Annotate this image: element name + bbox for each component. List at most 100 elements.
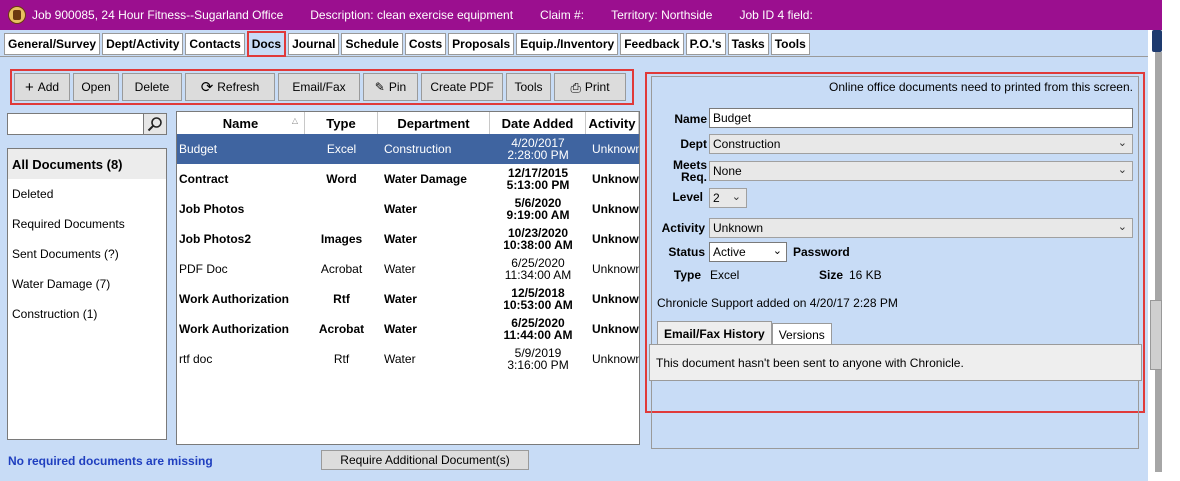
cell-date-added: 12/17/2015 5:13:00 PM [506, 166, 570, 192]
docs-toolbar: + Add Open Delete ⟳ Refresh Email/Fax ✎ … [10, 69, 634, 105]
job-title: Job 900085, 24 Hour Fitness--Sugarland O… [32, 8, 284, 22]
activity-select[interactable]: Unknown ⌄ [709, 218, 1133, 238]
tab-proposals[interactable]: Proposals [448, 33, 515, 55]
job-id-field: Job ID 4 field: [739, 8, 813, 22]
tab-journal[interactable]: Journal [288, 33, 340, 55]
cell-department: Water [384, 292, 417, 306]
tab-pos[interactable]: P.O.'s [685, 33, 726, 55]
table-row[interactable]: Job Photos Water 5/6/2020 9:19:00 AM Unkn… [177, 194, 639, 224]
level-label: Level [672, 190, 703, 204]
add-button[interactable]: + Add [14, 73, 70, 101]
tab-email-fax-history[interactable]: Email/Fax History [657, 321, 772, 346]
header-type[interactable]: Type [305, 112, 378, 134]
create-pdf-button[interactable]: Create PDF [421, 73, 503, 101]
table-row[interactable]: Work Authorization Acrobat Water 6/25/20… [177, 314, 639, 344]
activity-label: Activity [661, 221, 705, 235]
open-button[interactable]: Open [73, 73, 119, 101]
scroll-top-button[interactable] [1152, 30, 1162, 52]
delete-button[interactable]: Delete [122, 73, 182, 101]
tab-docs[interactable]: Docs [246, 31, 287, 57]
job-description: Description: clean exercise equipment [310, 8, 514, 22]
email-fax-button[interactable]: Email/Fax [278, 73, 360, 101]
cell-type: Word [326, 172, 357, 186]
cell-name: Job Photos2 [179, 232, 252, 246]
cell-department: Water [384, 232, 417, 246]
dept-select[interactable]: Construction ⌄ [709, 134, 1133, 154]
plus-icon: + [24, 78, 34, 96]
folder-water-damage[interactable]: Water Damage (7) [8, 269, 166, 299]
status-select[interactable]: Active ⌄ [709, 242, 787, 262]
table-row[interactable]: Job Photos2 Images Water 10/23/2020 10:38… [177, 224, 639, 254]
name-field[interactable]: Budget [709, 108, 1133, 128]
print-button[interactable]: ⎙ Print [554, 73, 626, 101]
tab-general-survey[interactable]: General/Survey [4, 33, 101, 55]
table-row[interactable]: Work Authorization Rtf Water 12/5/2018 10… [177, 284, 639, 314]
cell-activity: Unknown [592, 202, 639, 216]
require-additional-document-button[interactable]: Require Additional Document(s) [321, 450, 529, 470]
app-logo-icon [8, 6, 26, 24]
cell-department: Water [384, 322, 417, 336]
header-department[interactable]: Department [378, 112, 490, 134]
folder-list: All Documents (8) Deleted Required Docum… [7, 148, 167, 440]
cell-date-added: 5/9/2019 3:16:00 PM [507, 346, 569, 372]
tab-tools[interactable]: Tools [770, 33, 810, 55]
title-bar: Job 900085, 24 Hour Fitness--Sugarland O… [0, 0, 1162, 30]
search-icon [147, 117, 162, 132]
table-row[interactable]: Contract Word Water Damage 12/17/2015 5:1… [177, 164, 639, 194]
meets-req-select[interactable]: None ⌄ [709, 161, 1133, 181]
table-row[interactable]: PDF Doc Acrobat Water 6/25/2020 11:34:00 … [177, 254, 639, 284]
tab-dept-activity[interactable]: Dept/Activity [102, 33, 184, 55]
history-tabs: Email/Fax History Versions [657, 321, 832, 346]
territory: Territory: Northside [611, 8, 713, 22]
tab-tasks[interactable]: Tasks [727, 33, 769, 55]
table-header: Name △ Type Department Date Added Activi… [177, 112, 639, 134]
details-frame [651, 76, 1139, 449]
tab-contacts[interactable]: Contacts [185, 33, 245, 55]
tab-feedback[interactable]: Feedback [620, 33, 684, 55]
search-button[interactable] [143, 113, 167, 135]
scrollbar-thumb[interactable] [1150, 300, 1162, 370]
vertical-scrollbar[interactable] [1155, 52, 1162, 472]
tab-schedule[interactable]: Schedule [341, 33, 403, 55]
folder-all-documents[interactable]: All Documents (8) [8, 149, 166, 179]
tab-costs[interactable]: Costs [404, 33, 447, 55]
cell-department: Water [384, 262, 416, 276]
required-docs-status: No required documents are missing [8, 454, 213, 468]
sort-asc-icon: △ [291, 116, 298, 125]
chevron-down-icon: ⌄ [1117, 137, 1127, 149]
chevron-down-icon: ⌄ [1117, 221, 1127, 233]
main-area: General/Survey Dept/Activity Contacts Do… [0, 30, 1148, 481]
header-activity[interactable]: Activity [586, 112, 639, 134]
table-row[interactable]: Budget Excel Construction 4/20/2017 2:28:… [177, 134, 639, 164]
table-row[interactable]: rtf doc Rtf Water 5/9/2019 3:16:00 PM Unk… [177, 344, 639, 374]
pin-icon: ✎ [374, 80, 385, 94]
tab-versions[interactable]: Versions [771, 323, 832, 346]
pin-button[interactable]: ✎ Pin [363, 73, 418, 101]
cell-activity: Unknown [592, 292, 639, 306]
chevron-down-icon: ⌄ [772, 245, 782, 257]
chevron-down-icon: ⌄ [1117, 164, 1127, 176]
cell-date-added: 6/25/2020 11:34:00 AM [504, 256, 572, 282]
cell-activity: Unknown [592, 262, 639, 276]
level-select[interactable]: 2 ⌄ [709, 188, 747, 208]
folder-construction[interactable]: Construction (1) [8, 299, 166, 329]
header-date-added[interactable]: Date Added [490, 112, 586, 134]
cell-department: Water [384, 202, 417, 216]
password-label: Password [793, 245, 850, 259]
tools-button[interactable]: Tools [506, 73, 551, 101]
cell-name: Budget [179, 142, 218, 156]
size-label: Size [818, 268, 843, 282]
header-name[interactable]: Name △ [177, 112, 305, 134]
folder-sent-documents[interactable]: Sent Documents (?) [8, 239, 166, 269]
folder-required-documents[interactable]: Required Documents [8, 209, 166, 239]
refresh-button[interactable]: ⟳ Refresh [185, 73, 275, 101]
tab-equip-inventory[interactable]: Equip./Inventory [516, 33, 619, 55]
cell-name: Work Authorization [179, 292, 289, 306]
right-scroll-strip [1148, 30, 1180, 481]
history-content: This document hasn't been sent to anyone… [649, 344, 1142, 381]
cell-name: rtf doc [179, 352, 213, 366]
document-details-panel: Online office documents need to printed … [645, 72, 1145, 449]
folder-deleted[interactable]: Deleted [8, 179, 166, 209]
cell-type: Acrobat [320, 262, 363, 276]
cell-date-added: 4/20/2017 2:28:00 PM [507, 136, 569, 162]
